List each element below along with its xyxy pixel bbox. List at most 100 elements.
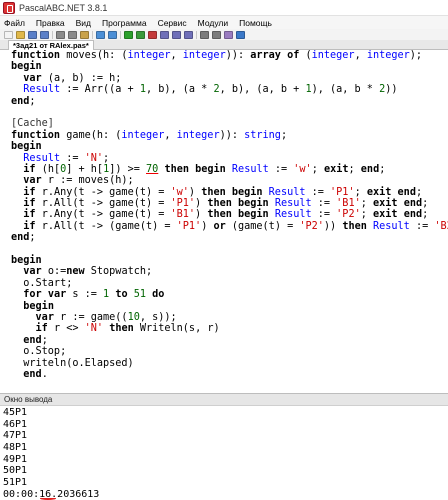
- code-token: if: [23, 163, 36, 175]
- code-line: var r := moves(h);: [11, 175, 448, 186]
- output-line: 46P1: [3, 418, 28, 430]
- step-into-icon[interactable]: [172, 30, 181, 39]
- code-token: 'B2': [434, 220, 448, 232]
- redo-icon[interactable]: [108, 30, 117, 39]
- code-line: o.Start;: [11, 278, 448, 289]
- code-token: ;: [415, 186, 423, 198]
- code-token: 'w': [293, 163, 312, 175]
- code-token: := Arr((a +: [60, 84, 140, 96]
- code-token: do: [152, 289, 165, 301]
- code-token: Result: [23, 152, 61, 164]
- menu-item-0[interactable]: Файл: [4, 18, 25, 28]
- code-line: end;: [11, 335, 448, 346]
- code-token: 'P1': [330, 186, 355, 198]
- code-token: then begin: [207, 198, 269, 210]
- code-token: ;: [41, 334, 48, 346]
- code-token: 'P2': [299, 220, 324, 232]
- code-token: integer: [127, 50, 171, 61]
- code-token: array of: [250, 50, 300, 61]
- code-token: :: [237, 50, 251, 61]
- code-token: integer: [176, 129, 220, 141]
- code-token: o.Start;: [11, 277, 73, 289]
- code-token: ;: [360, 198, 373, 210]
- code-token: 'w': [170, 186, 189, 198]
- title-bar: PascalABC.NET 3.8.1: [0, 0, 448, 16]
- code-token: ;: [422, 198, 429, 210]
- code-token: begin: [11, 255, 42, 267]
- help-icon[interactable]: [236, 30, 245, 39]
- toolbar-separator: [92, 30, 93, 39]
- code-token: r.All(t -> (game(t) =: [35, 220, 177, 232]
- code-line: o.Stop;: [11, 346, 448, 357]
- code-token: [Cache]: [11, 118, 54, 130]
- code-token: (h[: [35, 163, 61, 175]
- code-token: begin: [23, 300, 54, 312]
- open-folder-icon[interactable]: [16, 30, 25, 39]
- copy-icon[interactable]: [68, 30, 77, 39]
- code-token: exit: [373, 209, 398, 221]
- code-token: Result: [274, 198, 312, 210]
- code-token: r.All(t -> game(t) =: [35, 198, 171, 210]
- debug-icon[interactable]: [136, 30, 145, 39]
- code-editor[interactable]: function moves(h: (integer, integer)): a…: [0, 50, 448, 393]
- menu-item-6[interactable]: Помощь: [239, 18, 272, 28]
- cut-icon[interactable]: [56, 30, 65, 39]
- output-panel-header: Окно вывода: [0, 393, 448, 406]
- code-line: if r.All(t -> game(t) = 'P1') then begin…: [11, 198, 448, 209]
- tab-bar: *3ад21 от RAlex.pas*: [0, 40, 448, 50]
- code-token: :=: [60, 152, 85, 164]
- code-token: )): [385, 84, 398, 96]
- menu-item-5[interactable]: Модули: [198, 18, 228, 28]
- code-token: var: [23, 175, 42, 187]
- code-token: ;: [360, 209, 373, 221]
- output-panel[interactable]: 45P1 46P1 47P1 48P1 49P1 50P1 51P1 00:00:16.203…: [0, 406, 448, 500]
- code-token: new: [66, 266, 85, 278]
- code-token: ): [201, 220, 214, 232]
- code-token: ;: [280, 129, 288, 141]
- code-line: end;: [11, 232, 448, 243]
- step-over-icon[interactable]: [160, 30, 169, 39]
- code-token: end: [23, 334, 42, 346]
- format-icon[interactable]: [224, 30, 233, 39]
- undo-icon[interactable]: [96, 30, 105, 39]
- uncomment-icon[interactable]: [212, 30, 221, 39]
- new-file-icon[interactable]: [4, 30, 13, 39]
- step-out-icon[interactable]: [184, 30, 193, 39]
- menu-item-4[interactable]: Сервис: [158, 18, 187, 28]
- code-token: r := moves(h);: [41, 175, 134, 187]
- code-token: then begin: [207, 209, 269, 221]
- code-token: :=: [311, 198, 337, 210]
- comment-icon[interactable]: [200, 30, 209, 39]
- menu-item-3[interactable]: Программа: [102, 18, 147, 28]
- code-token: ), (a, b *: [311, 84, 380, 96]
- code-token: then: [109, 323, 134, 335]
- code-line: if r.Any(t -> game(t) = 'B1') then begin…: [11, 209, 448, 220]
- tab-active-file[interactable]: *3ад21 от RAlex.pas*: [8, 40, 94, 50]
- code-line: if r.All(t -> (game(t) = 'P1') or (game(…: [11, 221, 448, 232]
- stop-icon[interactable]: [148, 30, 157, 39]
- code-line: end.: [11, 369, 448, 380]
- run-icon[interactable]: [124, 30, 133, 39]
- menu-item-2[interactable]: Вид: [76, 18, 91, 28]
- save-icon[interactable]: [28, 30, 37, 39]
- code-token: exit: [373, 198, 398, 210]
- code-token: o.Stop;: [11, 346, 67, 358]
- code-token: string: [244, 129, 281, 141]
- code-token: end: [403, 198, 423, 210]
- code-token: )): [225, 50, 238, 61]
- code-token: s :=: [66, 289, 104, 301]
- code-token: ;: [103, 152, 110, 164]
- menu-item-1[interactable]: Правка: [36, 18, 65, 28]
- code-token: Stopwatch;: [84, 266, 153, 278]
- code-line: end;: [11, 96, 448, 107]
- toolbar-separator: [52, 30, 53, 39]
- paste-icon[interactable]: [80, 30, 89, 39]
- code-token: ;: [29, 232, 36, 244]
- save-all-icon[interactable]: [40, 30, 49, 39]
- code-line: writeln(o.Elapsed): [11, 358, 448, 369]
